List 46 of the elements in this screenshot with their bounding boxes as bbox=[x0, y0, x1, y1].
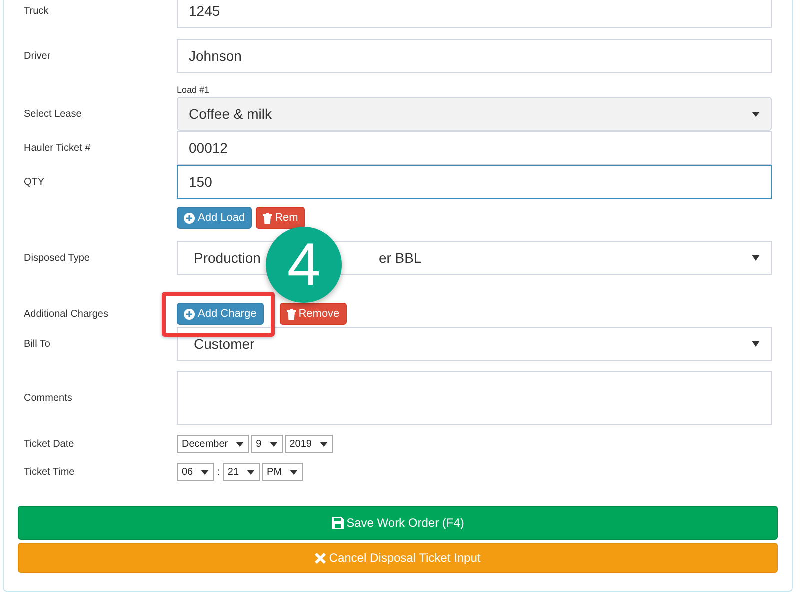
caret-icon bbox=[270, 442, 278, 446]
add-button[interactable]: Add Load bbox=[177, 207, 252, 229]
trash-icon bbox=[263, 212, 272, 224]
load-caption: Load #1 bbox=[177, 84, 211, 97]
field-label: Driver bbox=[24, 50, 51, 62]
field-label: Select Lease bbox=[24, 108, 82, 120]
select-field[interactable]: Coffee & milk bbox=[177, 97, 772, 131]
remove-button[interactable]: Remove bbox=[280, 303, 347, 325]
dropdown[interactable]: PM bbox=[262, 463, 304, 481]
dropdown[interactable]: 2019 bbox=[284, 435, 333, 453]
field-label: Truck bbox=[24, 6, 49, 16]
field-label: Disposed Type bbox=[24, 252, 90, 264]
caret-icon bbox=[201, 470, 210, 474]
field-label: Comments bbox=[24, 392, 72, 404]
add-button[interactable]: Add Charge bbox=[177, 303, 264, 325]
field-label: Ticket Date bbox=[24, 438, 74, 450]
save-icon bbox=[332, 517, 344, 529]
text-field[interactable]: 150 bbox=[177, 165, 772, 199]
field-label: Hauler Ticket # bbox=[24, 142, 91, 154]
caret-icon bbox=[752, 255, 760, 261]
field-label: Additional Charges bbox=[24, 308, 108, 320]
dropdown[interactable]: 21 bbox=[222, 463, 260, 481]
select-field[interactable]: Customer bbox=[177, 327, 772, 361]
step-number-badge: 4 bbox=[266, 227, 342, 303]
caret-icon bbox=[247, 470, 256, 474]
field-label: Bill To bbox=[24, 338, 50, 350]
plus-circle-icon bbox=[184, 212, 195, 224]
caret-icon bbox=[752, 341, 760, 347]
separator: : bbox=[217, 466, 220, 480]
field-label: Ticket Time bbox=[24, 466, 75, 478]
dropdown[interactable]: 9 bbox=[251, 435, 283, 453]
close-icon bbox=[315, 552, 326, 564]
caret-icon bbox=[236, 442, 244, 446]
text-field[interactable]: 00012 bbox=[177, 131, 772, 165]
caret-icon bbox=[290, 470, 298, 474]
plus-circle-icon bbox=[184, 308, 195, 320]
caret-icon bbox=[752, 112, 760, 116]
text-field[interactable]: Johnson bbox=[177, 39, 772, 73]
remove-button[interactable]: Rem bbox=[256, 207, 306, 229]
field-label: QTY bbox=[24, 176, 45, 188]
dropdown[interactable]: December bbox=[177, 435, 250, 453]
comments-field[interactable] bbox=[177, 371, 772, 425]
caret-icon bbox=[320, 442, 328, 446]
text-field[interactable]: 1245 bbox=[177, 0, 772, 28]
dropdown[interactable]: 06 bbox=[177, 463, 214, 481]
trash-icon bbox=[286, 308, 296, 320]
